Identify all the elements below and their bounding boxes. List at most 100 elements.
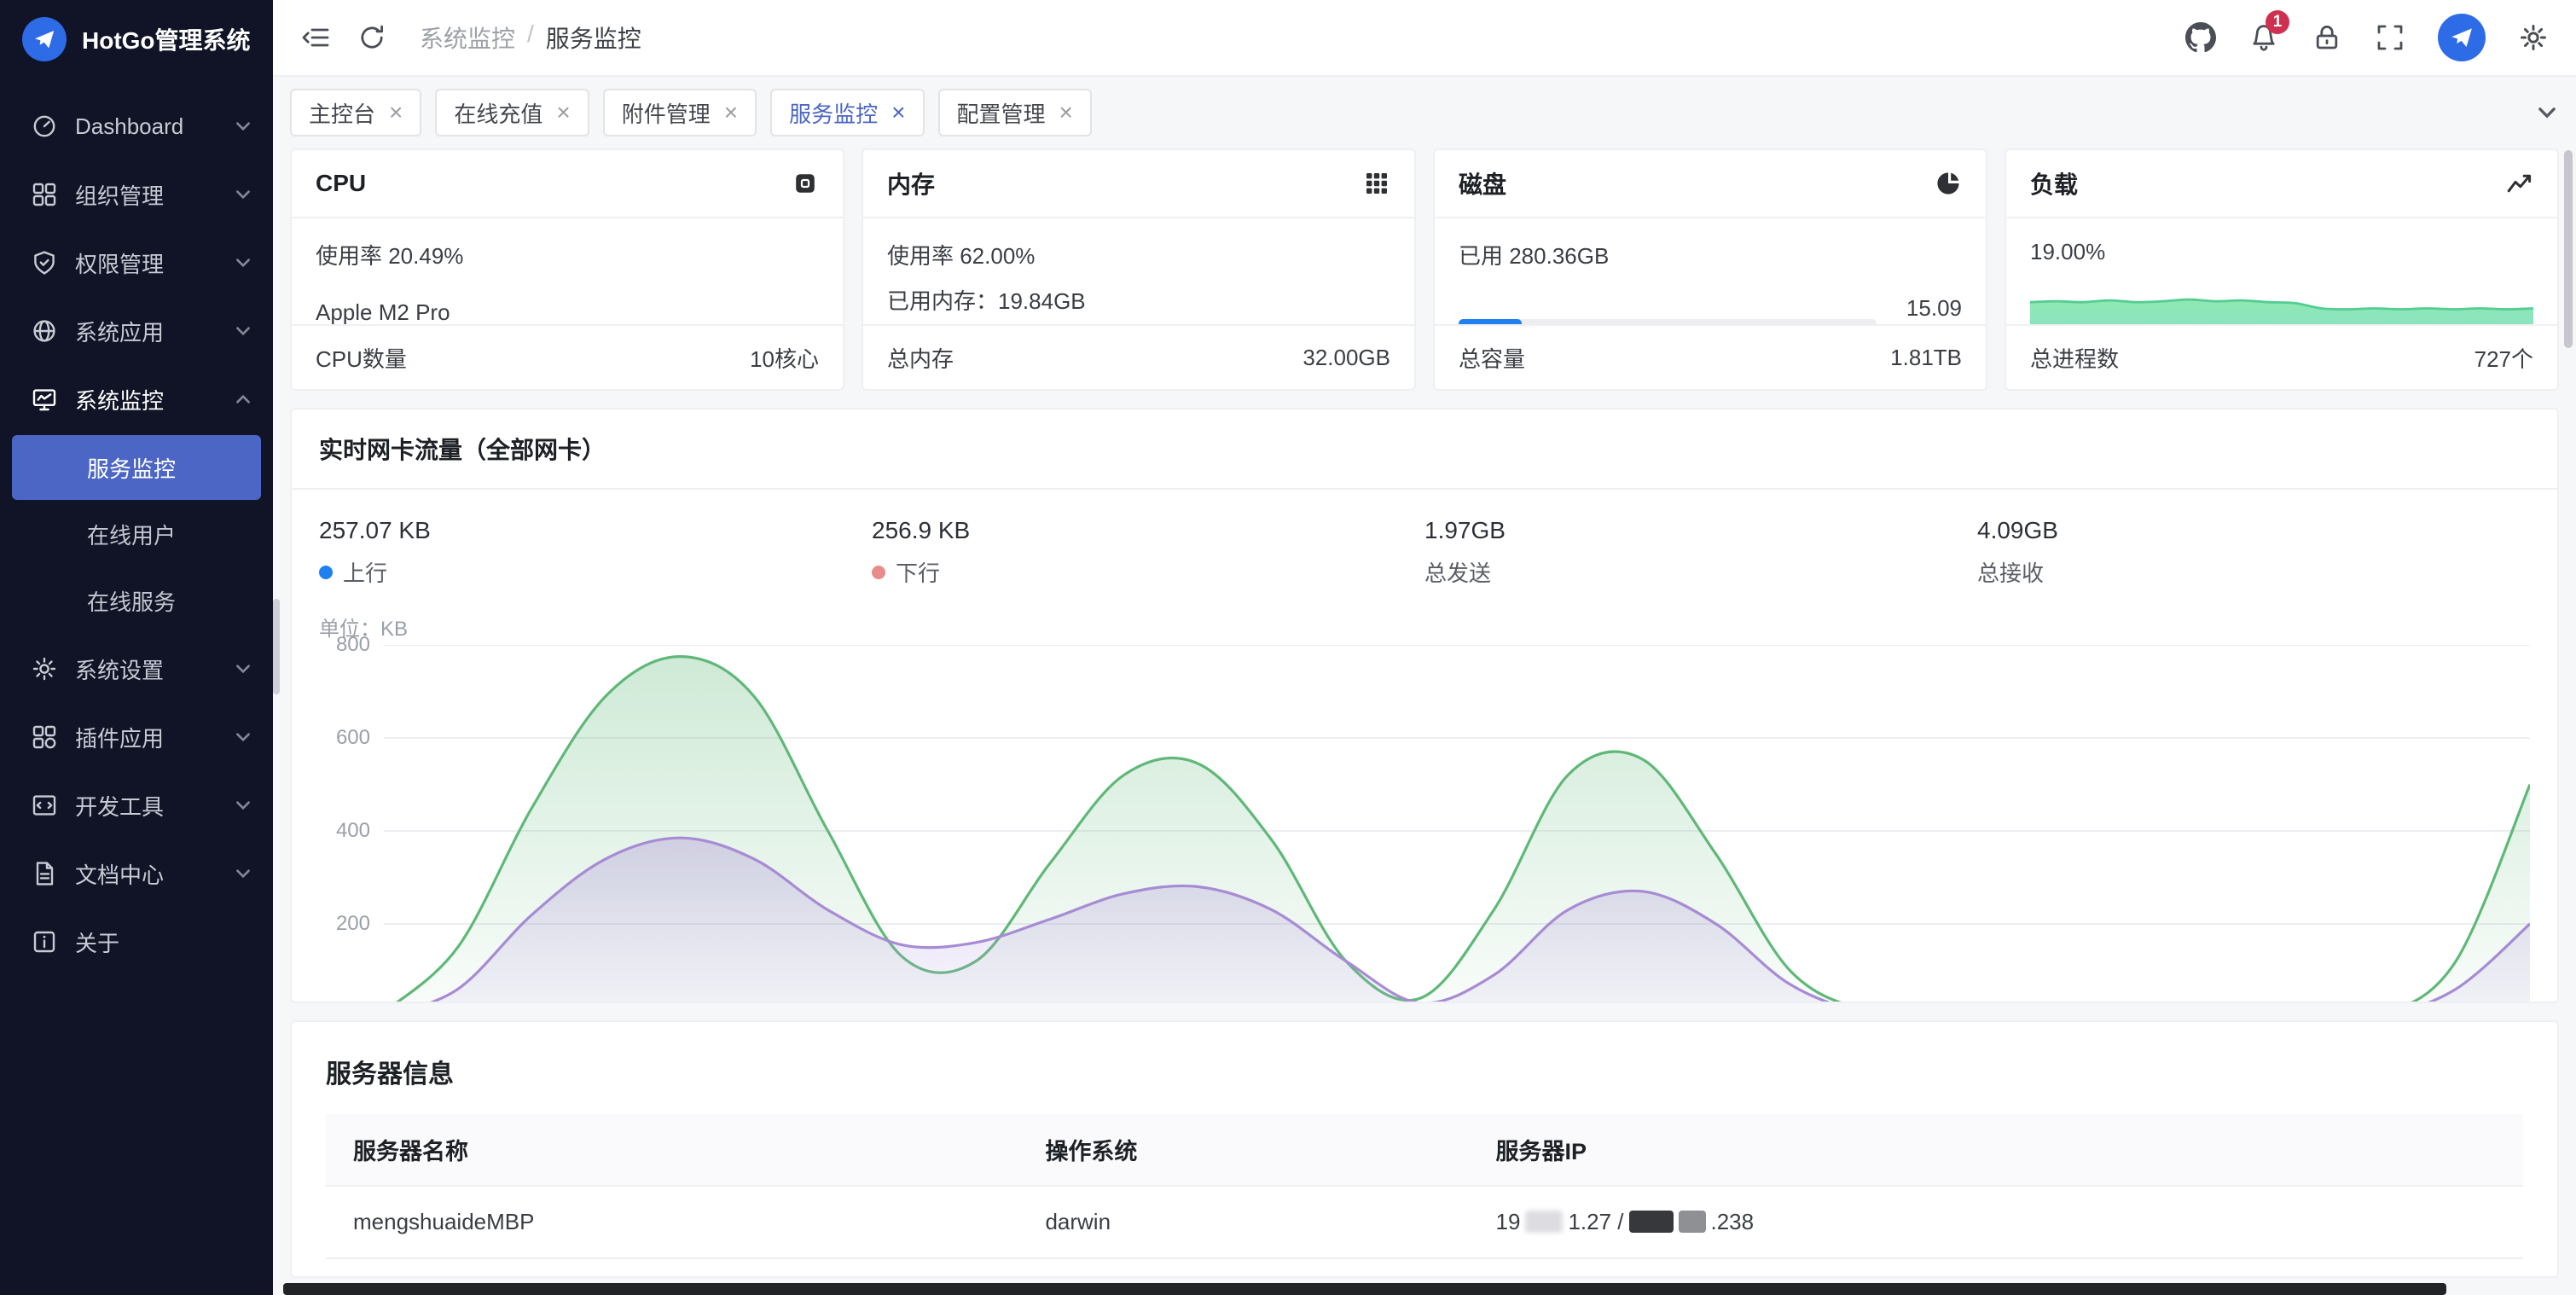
tab-console[interactable]: 主控台 ×	[290, 89, 421, 136]
tab-label: 主控台	[309, 97, 375, 129]
chevron-down-icon	[234, 117, 252, 136]
tab-close-icon[interactable]: ×	[724, 101, 738, 125]
sidebar-item-about[interactable]: 关于	[0, 908, 273, 976]
chevron-up-icon	[234, 390, 252, 409]
app-logo[interactable]: HotGo管理系统	[0, 0, 273, 78]
sidebar-item-permission[interactable]: 权限管理	[0, 229, 273, 297]
horizontal-scrollbar-thumb[interactable]	[283, 1283, 2446, 1295]
load-footer-label: 总进程数	[2030, 342, 2119, 374]
sidebar-subitem-service-monitor[interactable]: 服务监控	[12, 435, 261, 500]
cpu-model-text: Apple M2 Pro	[316, 299, 819, 324]
chevron-down-icon	[2535, 101, 2559, 125]
cell-os: darwin	[1018, 1186, 1468, 1258]
user-avatar[interactable]	[2438, 14, 2486, 61]
fullscreen-icon[interactable]	[2375, 22, 2405, 53]
disk-used-text: 已用 280.36GB	[1459, 239, 1962, 270]
chevron-down-icon	[234, 796, 252, 815]
sidebar-item-devtools[interactable]: 开发工具	[0, 771, 273, 839]
github-icon[interactable]	[2185, 22, 2216, 53]
vertical-scrollbar-thumb[interactable]	[2564, 150, 2573, 348]
chevron-down-icon	[234, 253, 252, 272]
network-stat-upstream: 257.07 KB 上行	[319, 517, 872, 588]
notifications-button[interactable]: 1	[2248, 22, 2279, 53]
chevron-down-icon	[234, 728, 252, 746]
server-info-card: 服务器信息 服务器名称 操作系统 服务器IP	[290, 1020, 2559, 1278]
cell-server-ip: 191.27 /.238	[1469, 1186, 2523, 1258]
load-sparkline-chart	[2030, 276, 2533, 324]
sidebar-menu: Dashboard 组织管理 权限管理 系统应用 系统监控	[0, 78, 273, 1295]
sidebar-item-apps[interactable]: 系统应用	[0, 297, 273, 365]
stat-value: 1.97GB	[1424, 517, 1977, 544]
network-stats: 257.07 KB 上行 256.9 KB 下行 1.97GB 总发送 4.09…	[292, 490, 2557, 595]
network-stat-total-received: 4.09GB 总接收	[1977, 517, 2530, 588]
sidebar-subitem-label: 在线用户	[87, 519, 176, 550]
sidebar-item-dashboard[interactable]: Dashboard	[0, 92, 273, 160]
sidebar-item-docs[interactable]: 文档中心	[0, 839, 273, 908]
sidebar-item-label: 系统设置	[75, 653, 217, 685]
tab-label: 配置管理	[957, 97, 1046, 129]
cpu-footer-label: CPU数量	[316, 342, 407, 374]
gear-icon	[31, 655, 58, 682]
load-value-text: 19.00%	[2030, 239, 2533, 265]
ip-redaction-block	[1679, 1211, 1706, 1233]
ip-part-1: 19	[1496, 1209, 1521, 1234]
cpu-card: CPU 使用率 20.49% Apple M2 Pro CPU数量 10核心	[290, 148, 844, 391]
network-stat-total-sent: 1.97GB 总发送	[1424, 517, 1977, 588]
server-table: 服务器名称 操作系统 服务器IP mengshuaideMBP darwin 1…	[292, 1114, 2557, 1259]
collapse-sidebar-icon[interactable]	[300, 22, 331, 53]
dashboard-icon	[31, 113, 58, 140]
network-chart-area: 单位：KB 8006004002000	[292, 595, 2557, 1003]
info-icon	[31, 928, 58, 955]
page-content: CPU 使用率 20.49% Apple M2 Pro CPU数量 10核心 内…	[273, 148, 2576, 1295]
cpu-card-title: CPU	[316, 170, 366, 197]
sidebar-subitem-online-services[interactable]: 在线服务	[12, 568, 261, 633]
settings-gear-icon[interactable]	[2518, 22, 2549, 53]
sidebar-item-plugins[interactable]: 插件应用	[0, 703, 273, 771]
disk-footer-label: 总容量	[1459, 342, 1525, 374]
refresh-icon[interactable]	[357, 22, 387, 53]
sidebar-subitem-label: 服务监控	[87, 452, 176, 484]
breadcrumb-separator: /	[527, 20, 534, 55]
disk-percent: 15.09 %	[1894, 294, 1962, 324]
sidebar-item-monitor[interactable]: 系统监控	[0, 365, 273, 433]
stat-value: 4.09GB	[1977, 517, 2530, 544]
tab-close-icon[interactable]: ×	[389, 101, 403, 125]
memory-grid-icon	[1363, 170, 1390, 197]
tab-attachment[interactable]: 附件管理 ×	[603, 89, 757, 136]
sidebar-item-label: 系统监控	[75, 384, 217, 415]
lock-icon[interactable]	[2312, 22, 2342, 53]
sidebar-item-org[interactable]: 组织管理	[0, 160, 273, 229]
sidebar-subitem-online-users[interactable]: 在线用户	[12, 502, 261, 566]
ip-part-3: .238	[1711, 1209, 1755, 1234]
tab-bar: 主控台 × 在线充值 × 附件管理 × 服务监控 × 配置管理 ×	[273, 77, 2576, 148]
memory-usage-text: 使用率 62.00%	[887, 239, 1390, 270]
tab-close-icon[interactable]: ×	[556, 101, 570, 125]
chart-unit-label: 单位：KB	[319, 612, 2530, 642]
breadcrumb-current: 服务监控	[546, 20, 641, 55]
trend-line-icon	[2506, 170, 2533, 197]
stat-card-row: CPU 使用率 20.49% Apple M2 Pro CPU数量 10核心 内…	[290, 148, 2559, 391]
document-icon	[31, 860, 58, 887]
tab-close-icon[interactable]: ×	[1059, 101, 1073, 125]
ip-redaction-block	[1629, 1211, 1674, 1233]
tab-service-monitor[interactable]: 服务监控 ×	[770, 89, 924, 136]
server-info-title: 服务器信息	[292, 1022, 2557, 1114]
downstream-dot-icon	[872, 566, 885, 579]
table-header-row: 服务器名称 操作系统 服务器IP	[326, 1114, 2523, 1186]
breadcrumb: 系统监控 / 服务监控	[420, 20, 641, 55]
tab-close-icon[interactable]: ×	[891, 101, 905, 125]
stat-label: 总发送	[1424, 556, 1491, 588]
stat-value: 256.9 KB	[872, 517, 1424, 544]
tab-config[interactable]: 配置管理 ×	[938, 89, 1092, 136]
logo-icon	[22, 17, 67, 61]
globe-icon	[31, 317, 58, 345]
column-os: 操作系统	[1018, 1114, 1468, 1186]
sidebar-subitem-label: 在线服务	[87, 585, 176, 617]
disk-footer-value: 1.81TB	[1890, 345, 1962, 371]
sidebar-scrollbar-thumb[interactable]	[273, 599, 280, 694]
sidebar-item-settings[interactable]: 系统设置	[0, 635, 273, 703]
breadcrumb-parent[interactable]: 系统监控	[420, 20, 515, 55]
tab-options-button[interactable]	[2535, 101, 2559, 125]
tab-online-recharge[interactable]: 在线充值 ×	[435, 89, 589, 136]
shield-icon	[31, 249, 58, 276]
